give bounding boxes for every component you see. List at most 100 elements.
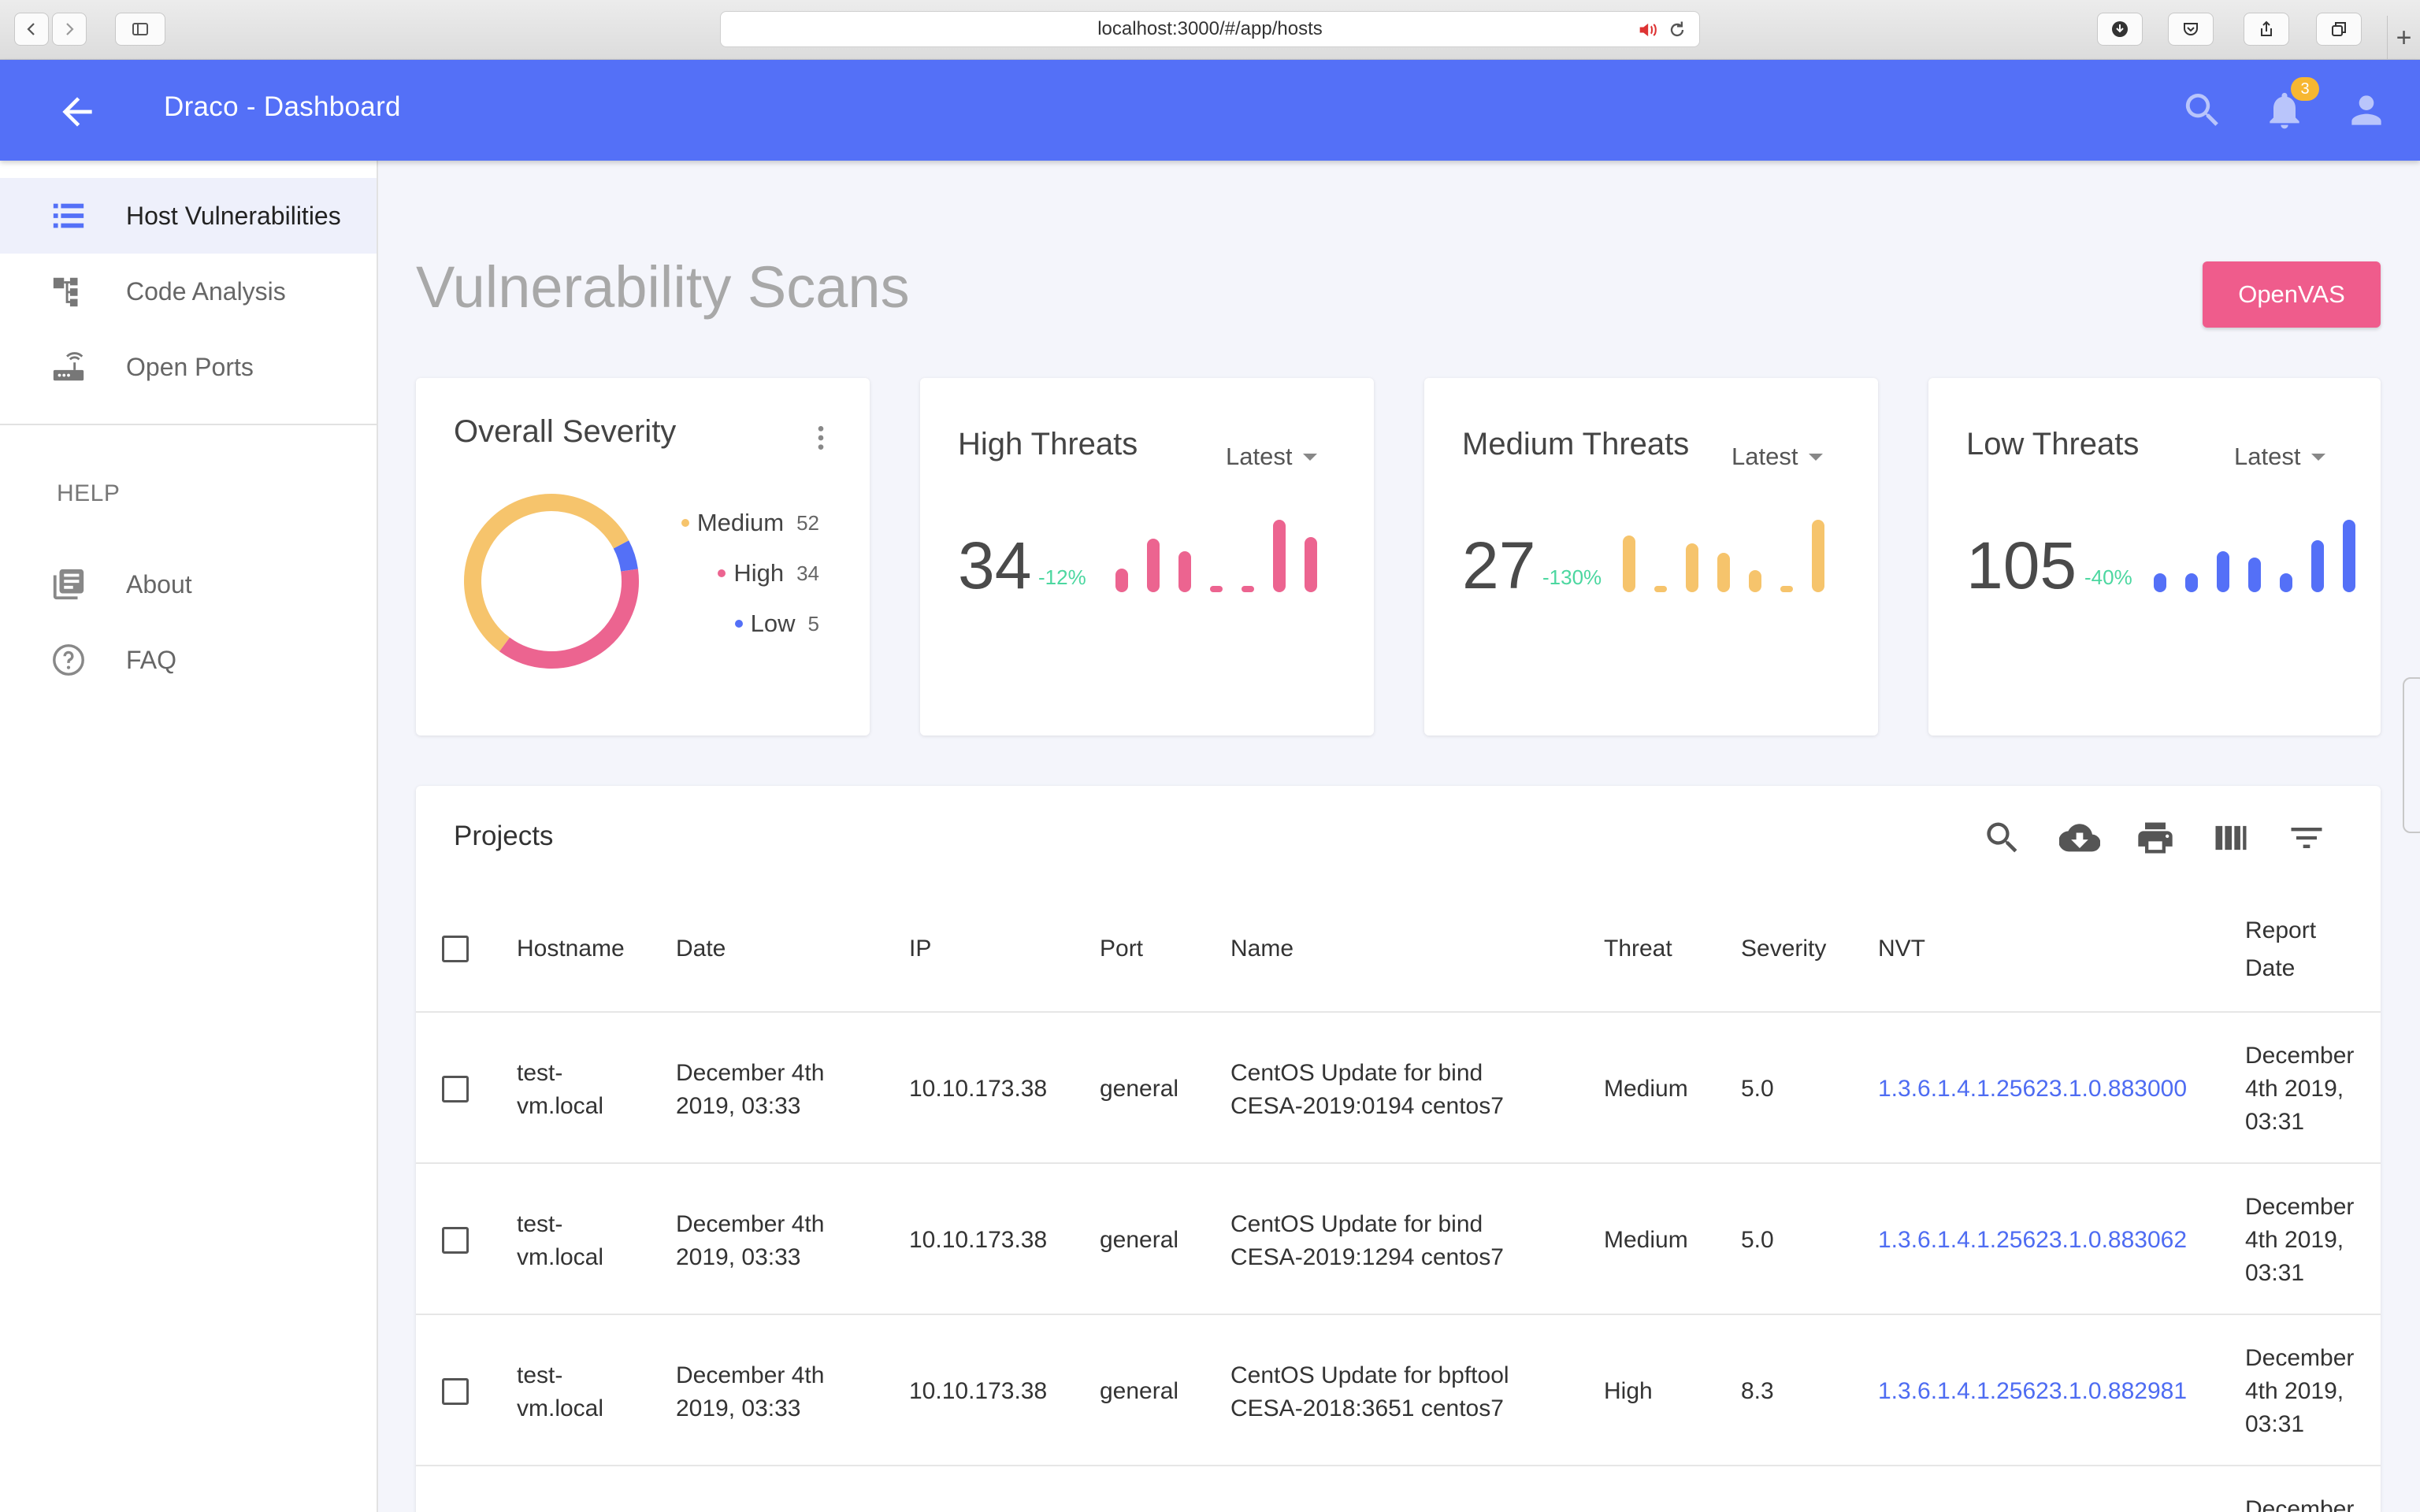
hierarchy-icon [53,277,78,307]
sidebar-item-label: About [126,569,192,598]
sidebar-item-host-vulnerabilities[interactable]: Host Vulnerabilities [0,178,377,254]
tabs-overview-button[interactable] [2316,13,2362,46]
select-all-checkbox[interactable] [442,936,469,962]
cell-ip: 10.10.173.38 [909,1227,1048,1253]
legend-label: Medium [696,509,785,536]
column-header-nvt[interactable]: NVT [1878,932,1925,965]
low-dot-icon [734,620,743,628]
high-dot-icon [718,569,726,577]
high-threats-sparkline [1115,520,1317,592]
page-title: Vulnerability Scans [416,254,910,320]
book-icon [53,569,84,600]
sidebar-item-about[interactable]: About [0,547,377,622]
row-checkbox[interactable] [442,1378,469,1405]
downloads-button[interactable] [2097,13,2143,46]
url-text: localhost:3000/#/app/hosts [1097,18,1323,39]
view-columns-icon[interactable] [2210,817,2251,858]
cell-severity: 8.3 [1741,1378,1774,1404]
browser-forward-button[interactable] [52,13,87,46]
row-divider [416,1011,2381,1013]
list-icon [53,203,84,228]
overall-severity-card: Overall Severity Medium 52 High 34 Low 5 [416,378,870,736]
cloud-download-icon[interactable] [2059,817,2100,858]
filter-icon[interactable] [2286,817,2327,858]
download-icon [2112,21,2128,37]
share-button[interactable] [2244,13,2289,46]
cell-threat: Medium [1604,1076,1688,1102]
legend-count: 5 [807,611,819,636]
cell-nvt-link[interactable]: 1.3.6.1.4.1.25623.1.0.882981 [1878,1375,2187,1408]
cell-report-date: December [2245,1496,2355,1512]
speaker-icon[interactable] [1636,19,1658,41]
cell-port: general [1100,1378,1179,1404]
sidebar-item-open-ports[interactable]: Open Ports [0,329,377,405]
tabs-icon [2332,22,2346,36]
medium-dot-icon [681,519,689,527]
sidebar-item-label: FAQ [126,645,177,674]
arrow-back-icon[interactable] [55,90,99,134]
column-header-severity[interactable]: Severity [1741,932,1826,965]
legend-count: 52 [796,510,819,535]
cell-ip: 10.10.173.38 [909,1378,1048,1404]
sidebar-item-label: Open Ports [126,352,254,381]
reload-icon[interactable] [1666,19,1688,41]
threat-count: 105 [1966,528,2077,602]
print-icon[interactable] [2135,817,2176,858]
column-header-port[interactable]: Port [1100,932,1143,965]
search-icon[interactable] [2181,88,2225,132]
pocket-button[interactable] [2168,13,2214,46]
sidebar-item-code-analysis[interactable]: Code Analysis [0,254,377,329]
app-title: Draco - Dashboard [164,91,401,122]
share-icon [2261,20,2272,36]
sidebar-toggle-button[interactable] [115,13,165,46]
low-threats-sparkline [2154,520,2355,592]
row-checkbox[interactable] [442,1227,469,1254]
cell-hostname: test-vm.local [517,1060,604,1119]
scroll-handle[interactable] [2403,677,2420,833]
cell-date: December 4th 2019, 03:33 [676,1211,825,1270]
cell-date: December 4th 2019, 03:33 [676,1362,825,1421]
cell-severity: 5.0 [1741,1076,1774,1102]
column-header-ip[interactable]: IP [909,932,931,965]
browser-back-button[interactable] [14,13,49,46]
column-header-threat[interactable]: Threat [1604,932,1672,965]
high-threats-card: High Threats Latest 34 -12% [920,378,1374,736]
cell-ip: 10.10.173.38 [909,1076,1048,1102]
latest-dropdown[interactable]: Latest [1731,443,1824,471]
sidebar-item-faq[interactable]: FAQ [0,622,377,698]
cell-threat: High [1604,1378,1653,1404]
cell-severity: 5.0 [1741,1227,1774,1253]
search-icon[interactable] [1982,817,2023,858]
column-header-hostname[interactable]: Hostname [517,932,625,965]
address-bar[interactable]: localhost:3000/#/app/hosts [720,11,1700,47]
low-threats-card: Low Threats Latest 105 -40% [1928,378,2381,736]
legend-label: High [733,559,785,587]
cell-nvt-link[interactable]: 1.3.6.1.4.1.25623.1.0.883000 [1878,1073,2187,1106]
cell-nvt-link[interactable]: 1.3.6.1.4.1.25623.1.0.883062 [1878,1224,2187,1257]
legend-count: 34 [796,561,819,585]
cell-name: CentOS Update for bpftool CESA-2018:3651… [1230,1362,1509,1421]
card-title: Overall Severity [454,414,677,449]
column-header-date[interactable]: Date [676,932,726,965]
latest-dropdown[interactable]: Latest [2234,443,2326,471]
column-header-name[interactable]: Name [1230,932,1294,965]
severity-donut-chart [464,494,639,669]
medium-threats-sparkline [1623,520,1824,592]
column-header-report-date[interactable]: Report Date [2245,912,2340,988]
legend-low: Low 5 [734,610,819,638]
dropdown-label: Latest [2234,443,2301,470]
caret-down-icon [1809,453,1824,461]
sidebar-icon [132,23,148,35]
dropdown-label: Latest [1731,443,1798,470]
cell-hostname: test-vm.local [517,1362,604,1421]
account-icon[interactable] [2344,88,2388,132]
card-title: Medium Threats [1462,427,1690,461]
new-tab-button[interactable]: + [2387,16,2420,60]
chevron-left-icon [27,23,35,35]
more-vert-icon[interactable] [805,422,837,454]
chevron-right-icon [66,23,74,35]
row-checkbox[interactable] [442,1076,469,1102]
openvas-button[interactable]: OpenVAS [2203,261,2381,328]
cell-hostname: test-vm.local [517,1211,604,1270]
latest-dropdown[interactable]: Latest [1226,443,1318,471]
